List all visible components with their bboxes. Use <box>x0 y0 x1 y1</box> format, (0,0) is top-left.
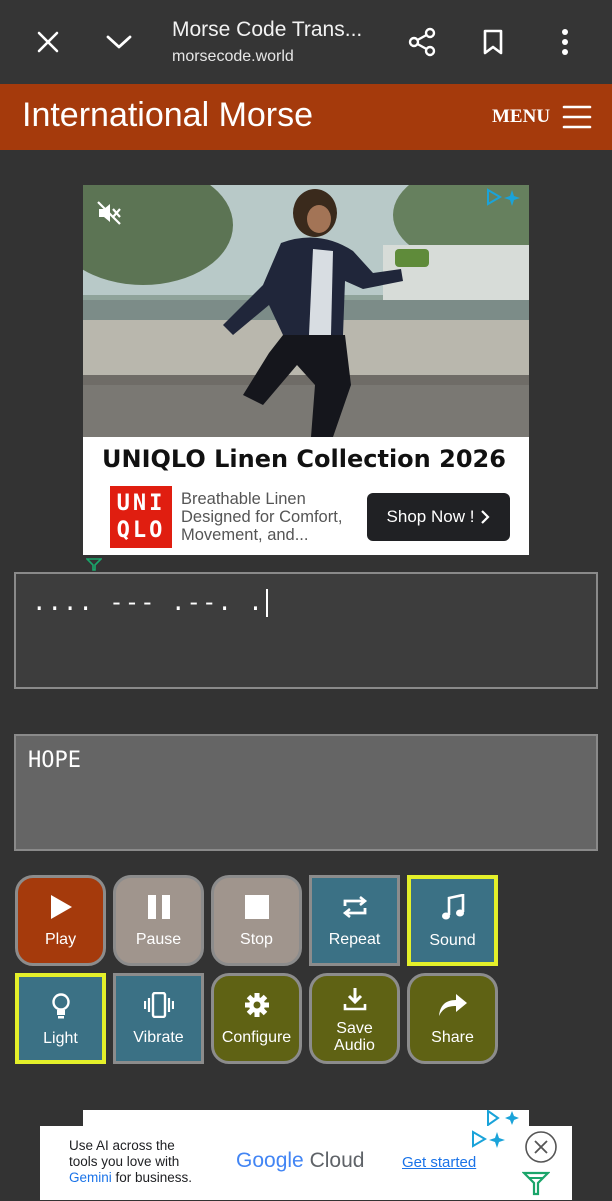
browser-toolbar: Morse Code Trans... morsecode.world <box>0 0 612 84</box>
sound-button[interactable]: Sound <box>407 875 498 966</box>
configure-button[interactable]: Configure <box>211 973 302 1064</box>
chevron-right-icon <box>481 510 490 524</box>
ad-marker-icon <box>85 557 103 571</box>
pause-label: Pause <box>135 931 182 948</box>
repeat-button[interactable]: Repeat <box>309 875 400 966</box>
ad-copy-line2: tools you love with <box>69 1154 180 1169</box>
vibrate-button[interactable]: Vibrate <box>113 973 204 1064</box>
stop-icon <box>214 892 299 922</box>
ad-marker-icon <box>521 1170 551 1196</box>
logo-text-bottom: QLO <box>116 518 166 543</box>
site-header: International Morse MENU <box>0 84 612 150</box>
pause-button[interactable]: Pause <box>113 875 204 966</box>
bottom-advertisement[interactable]: Use AI across the tools you love with Ge… <box>40 1126 572 1200</box>
play-label: Play <box>44 931 77 948</box>
hamburger-menu-icon[interactable] <box>562 104 592 130</box>
gemini-link: Gemini <box>69 1170 112 1185</box>
mute-icon[interactable] <box>95 199 123 227</box>
close-ad-icon[interactable] <box>524 1130 558 1164</box>
light-label: Light <box>43 1030 78 1047</box>
cloud-wordmark: Cloud <box>309 1149 365 1172</box>
ad-copy-line1: Use AI across the <box>69 1138 175 1153</box>
text-input-value: HOPE <box>28 748 81 773</box>
shop-now-button[interactable]: Shop Now ! <box>367 493 510 541</box>
page-url: morsecode.world <box>172 48 294 65</box>
configure-label: Configure <box>221 1029 292 1046</box>
stop-button[interactable]: Stop <box>211 875 302 966</box>
share-label: Share <box>431 1029 474 1046</box>
share-button[interactable]: Share <box>407 973 498 1064</box>
save-audio-label-line1: Save <box>336 1020 373 1037</box>
download-icon <box>312 986 397 1012</box>
get-started-link[interactable]: Get started <box>402 1154 476 1171</box>
site-brand[interactable]: International Morse <box>22 96 313 135</box>
stop-label: Stop <box>240 931 273 948</box>
text-caret <box>265 589 268 617</box>
music-note-icon <box>411 893 494 923</box>
page-title: Morse Code Trans... <box>172 18 363 41</box>
chevron-down-icon[interactable] <box>99 22 139 62</box>
shop-now-label: Shop Now ! <box>386 507 475 526</box>
logo-text-top: UNI <box>116 491 166 516</box>
pause-icon <box>116 892 201 922</box>
share-arrow-icon <box>410 990 495 1020</box>
morse-input-value: .... --- .--. . <box>32 588 264 616</box>
bookmark-icon[interactable] <box>473 22 513 62</box>
repeat-label: Repeat <box>328 931 381 948</box>
morse-input[interactable]: .... --- .--. . <box>14 572 598 689</box>
share-icon[interactable] <box>402 22 442 62</box>
uniqlo-logo: UNI QLO <box>110 486 172 548</box>
repeat-icon <box>312 892 397 922</box>
save-audio-button[interactable]: Save Audio <box>309 973 400 1064</box>
text-input[interactable]: HOPE <box>14 734 598 851</box>
close-icon[interactable] <box>28 22 68 62</box>
adchoices-icon[interactable] <box>483 187 523 207</box>
light-button[interactable]: Light <box>15 973 106 1064</box>
vibrate-icon <box>116 990 201 1020</box>
play-button[interactable]: Play <box>15 875 106 966</box>
play-icon <box>18 892 103 922</box>
google-wordmark: Google <box>236 1149 304 1172</box>
menu-label[interactable]: MENU <box>492 106 550 128</box>
vibrate-label: Vibrate <box>133 1029 184 1046</box>
google-cloud-logo: Google Cloud <box>236 1149 364 1173</box>
adchoices-icon[interactable] <box>468 1129 508 1149</box>
more-vert-icon[interactable] <box>545 22 585 62</box>
save-audio-label-line2: Audio <box>334 1037 375 1054</box>
sound-label: Sound <box>429 932 476 949</box>
ad-copy-line3: for business. <box>111 1170 193 1185</box>
ad-photo <box>83 185 529 437</box>
advertisement-banner[interactable]: UNIQLO Linen Collection 2026 UNI QLO Bre… <box>83 185 529 555</box>
ad-title[interactable]: UNIQLO Linen Collection 2026 <box>102 445 506 473</box>
lightbulb-icon <box>19 991 102 1021</box>
advertisement-slot <box>83 1109 529 1127</box>
ad-copy: Use AI across the tools you love with Ge… <box>69 1138 219 1186</box>
ad-description: Breathable Linen Designed for Comfort, M… <box>181 490 343 544</box>
gear-icon <box>214 990 299 1020</box>
